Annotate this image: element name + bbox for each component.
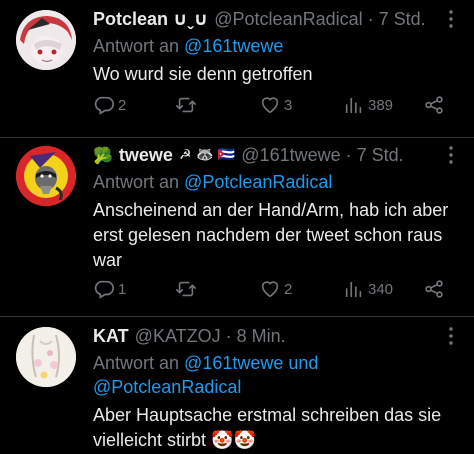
more-icon[interactable]: [440, 8, 462, 30]
views-icon: [345, 281, 362, 298]
separator-dot: ·: [367, 8, 374, 29]
avatar-image: [16, 10, 76, 70]
tweet-header: Potclean ∪ˬ∪ @PotcleanRadical · 7 Std.: [93, 6, 462, 32]
reply-context: Antwort an @161twewe: [93, 34, 462, 58]
timestamp[interactable]: 7 Std.: [379, 9, 426, 30]
avatar[interactable]: [16, 327, 76, 387]
reply-context: Antwort an @161twewe und @PotcleanRadica…: [93, 351, 462, 399]
views-count: 389: [368, 96, 394, 114]
reply-button[interactable]: 1: [93, 278, 126, 300]
reply-to-link-2[interactable]: @PotcleanRadical: [93, 377, 241, 397]
views-icon: [345, 97, 362, 114]
share-icon: [425, 96, 443, 114]
separator-dot: ·: [225, 325, 232, 346]
tweet-text: Wo wurd sie denn getroffen: [93, 64, 313, 84]
like-icon: [261, 281, 279, 298]
avatar[interactable]: [16, 10, 76, 70]
like-button[interactable]: 3: [259, 94, 292, 116]
broccoli-emoji: 🥦: [93, 145, 113, 165]
retweet-button[interactable]: [175, 278, 200, 300]
avatar-image: [16, 327, 76, 387]
retweet-icon: [176, 281, 196, 297]
views-count: 340: [368, 280, 394, 298]
action-bar: 1 2 340: [93, 278, 453, 302]
reply-and: und: [283, 353, 319, 373]
tweet-3[interactable]: KAT @KATZOJ · 8 Min. Antwort an @161twew…: [0, 317, 474, 454]
tweet-text: Aber Hauptsache erstmal schreiben das si…: [93, 405, 442, 450]
tweet-header: 🥦 twewe ☭ 🦝 🇨🇺 @161twewe · 7 Std.: [93, 142, 462, 168]
like-count: 2: [284, 280, 293, 298]
user-handle[interactable]: @161twewe: [241, 145, 340, 166]
reply-count: 1: [118, 280, 127, 298]
reply-button[interactable]: 2: [93, 94, 126, 116]
like-icon: [261, 97, 279, 114]
more-icon[interactable]: [440, 144, 462, 166]
reply-prefix: Antwort an: [93, 353, 185, 373]
separator-dot: ·: [345, 144, 352, 165]
tweet-text: Anscheinend an der Hand/Arm, hab ich abe…: [93, 200, 449, 270]
reply-prefix: Antwort an: [93, 36, 185, 56]
tweet-2[interactable]: 🥦 twewe ☭ 🦝 🇨🇺 @161twewe · 7 Std. Antwor…: [0, 138, 474, 316]
views-button[interactable]: 389: [343, 94, 393, 116]
more-icon[interactable]: [440, 325, 462, 347]
like-count: 3: [284, 96, 293, 114]
user-handle[interactable]: @KATZOJ: [135, 326, 221, 347]
display-name[interactable]: KAT: [93, 326, 129, 347]
reply-to-link[interactable]: @PotcleanRadical: [184, 172, 332, 192]
avatar-image: [16, 146, 76, 206]
like-button[interactable]: 2: [259, 278, 292, 300]
retweet-icon: [176, 97, 196, 113]
reply-icon: [94, 280, 114, 299]
display-name[interactable]: Potclean ∪ˬ∪: [93, 9, 208, 30]
reply-context: Antwort an @PotcleanRadical: [93, 170, 462, 194]
timestamp[interactable]: 8 Min.: [237, 326, 286, 347]
timestamp[interactable]: 7 Std.: [357, 145, 404, 166]
views-button[interactable]: 340: [343, 278, 393, 300]
display-name[interactable]: twewe: [119, 145, 173, 166]
user-handle[interactable]: @PotcleanRadical: [214, 9, 362, 30]
reply-to-link[interactable]: @161twewe: [184, 353, 283, 373]
avatar[interactable]: [16, 146, 76, 206]
reply-count: 2: [118, 96, 127, 114]
share-icon: [425, 280, 443, 298]
tweet-1[interactable]: Potclean ∪ˬ∪ @PotcleanRadical · 7 Std. A…: [0, 0, 474, 138]
reply-icon: [94, 96, 114, 115]
reply-to-link[interactable]: @161twewe: [184, 36, 283, 56]
share-button[interactable]: [423, 94, 445, 116]
tweet-header: KAT @KATZOJ · 8 Min.: [93, 323, 462, 349]
action-bar: 2 3 389: [93, 94, 453, 118]
retweet-button[interactable]: [175, 94, 200, 116]
share-button[interactable]: [423, 278, 445, 300]
reply-prefix: Antwort an: [93, 172, 185, 192]
name-emojis: ☭ 🦝 🇨🇺: [178, 147, 236, 163]
